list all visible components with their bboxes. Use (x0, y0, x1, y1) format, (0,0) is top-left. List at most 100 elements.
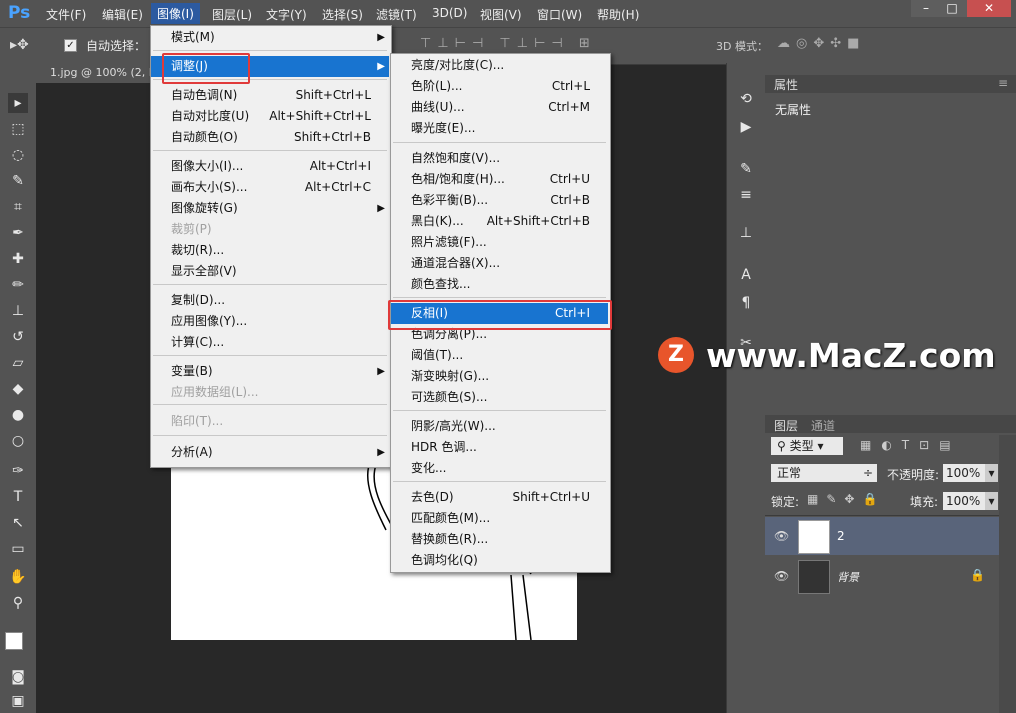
rectangle-tool-icon[interactable]: ▭ (8, 539, 28, 559)
adjustments-icon[interactable]: ≡ (736, 185, 756, 205)
layer-row[interactable]: 👁 2 (765, 517, 999, 555)
menubar-item[interactable]: 窗口(W) (537, 6, 582, 23)
auto-select-checkbox[interactable]: ✓ (64, 39, 77, 52)
history-brush-tool-icon[interactable]: ↺ (8, 327, 28, 347)
menu-item[interactable]: 色调均化(Q) (391, 550, 608, 571)
menubar-item[interactable]: 文件(F) (46, 6, 86, 23)
menu-item[interactable]: 自动颜色(O) Shift+Ctrl+B (151, 127, 389, 148)
opacity-value: 100% (946, 466, 981, 480)
actions-play-icon[interactable]: ▶ (736, 117, 756, 137)
layer-filter-icons[interactable]: ▦◐T⊡▤ (860, 438, 961, 452)
stamp-tool-icon[interactable]: ⊥ (8, 301, 28, 321)
layer-row[interactable]: 👁 背景 🔒 (765, 557, 999, 595)
layer-filter-select[interactable]: ⚲ 类型 ▾ (771, 437, 843, 455)
menu-item[interactable]: 色相/饱和度(H)... Ctrl+U (391, 169, 608, 190)
menu-item[interactable]: 匹配颜色(M)... (391, 508, 608, 529)
menu-item[interactable]: 自然饱和度(V)... (391, 148, 608, 169)
document-tab[interactable]: 1.jpg @ 100% (2, R (36, 63, 160, 83)
menu-item[interactable]: 显示全部(V) (151, 261, 389, 282)
move-tool-icon[interactable]: ▸ (8, 93, 28, 113)
menu-item[interactable]: 可选颜色(S)... (391, 387, 608, 408)
opacity-input[interactable]: 100% ▾ (943, 464, 998, 482)
brush-tool-icon[interactable]: ✏ (8, 275, 28, 295)
menu-item[interactable]: HDR 色调... (391, 437, 608, 458)
menu-item[interactable]: 渐变映射(G)... (391, 366, 608, 387)
panel-menu-icon[interactable]: ≡ (998, 76, 1008, 90)
menu-item[interactable]: 变化... (391, 458, 608, 479)
menu-item[interactable]: 色彩平衡(B)... Ctrl+B (391, 190, 608, 211)
menu-item[interactable]: 图像大小(I)... Alt+Ctrl+I (151, 156, 389, 177)
menu-item[interactable]: 通道混合器(X)... (391, 253, 608, 274)
marquee-tool-icon[interactable]: ⬚ (8, 119, 28, 139)
menu-item[interactable]: 阈值(T)... (391, 345, 608, 366)
menubar-item[interactable]: 编辑(E) (102, 6, 143, 23)
layers-scrollbar[interactable] (999, 435, 1016, 713)
menubar-item[interactable]: 图层(L) (212, 6, 252, 23)
menu-item[interactable]: 色阶(L)... Ctrl+L (391, 76, 608, 97)
eyedropper-tool-icon[interactable]: ✒ (8, 223, 28, 243)
move-tool-icon[interactable]: ▸✥ (10, 37, 29, 53)
menu-item[interactable]: 黑白(K)... Alt+Shift+Ctrl+B (391, 211, 608, 232)
menubar-item[interactable]: 帮助(H) (597, 6, 639, 23)
menubar-item[interactable]: 视图(V) (480, 6, 522, 23)
menu-item[interactable]: 画布大小(S)... Alt+Ctrl+C (151, 177, 389, 198)
close-button[interactable]: ✕ (967, 0, 1011, 17)
foreground-color-swatch[interactable] (5, 632, 23, 650)
menu-item[interactable]: 复制(D)... (151, 290, 389, 311)
menu-item[interactable]: 模式(M) ▶ (151, 27, 389, 48)
menu-item[interactable]: 照片滤镜(F)... (391, 232, 608, 253)
character-icon[interactable]: A (736, 265, 756, 285)
blur-tool-icon[interactable]: ● (8, 405, 28, 425)
menu-item[interactable]: 变量(B) ▶ (151, 361, 389, 382)
dodge-tool-icon[interactable]: ○ (8, 431, 28, 451)
menu-item[interactable]: 自动色调(N) Shift+Ctrl+L (151, 85, 389, 106)
tab-channels[interactable]: 通道 (811, 417, 835, 434)
menubar-item[interactable]: 文字(Y) (266, 6, 307, 23)
healing-brush-tool-icon[interactable]: ✚ (8, 249, 28, 269)
tab-properties[interactable]: 属性 (774, 76, 798, 93)
lock-icons[interactable]: ▦✎✥🔒 (807, 492, 885, 506)
menu-item[interactable]: 应用图像(Y)... (151, 311, 389, 332)
menu-item[interactable]: 图像旋转(G) ▶ (151, 198, 389, 219)
submenu-arrow-icon: ▶ (377, 366, 385, 377)
brush-presets-icon[interactable]: ✎ (736, 159, 756, 179)
eraser-tool-icon[interactable]: ▱ (8, 353, 28, 373)
blend-mode-select[interactable]: 正常 ÷ (771, 464, 877, 482)
menubar-item[interactable]: 3D(D) (432, 6, 467, 20)
hand-tool-icon[interactable]: ✋ (8, 567, 28, 587)
menu-item[interactable]: 阴影/高光(W)... (391, 416, 608, 437)
lasso-tool-icon[interactable]: ◌ (8, 145, 28, 165)
align-icons[interactable]: ⊤⊥⊢⊣ ⊤⊥⊢⊣ ⊞ (420, 36, 596, 51)
visibility-eye-icon[interactable]: 👁 (774, 569, 789, 583)
paint-bucket-tool-icon[interactable]: ◆ (8, 379, 28, 399)
tab-layers[interactable]: 图层 (774, 417, 798, 434)
zoom-tool-icon[interactable]: ⚲ (8, 593, 28, 613)
fill-input[interactable]: 100% ▾ (943, 492, 998, 510)
clone-source-icon[interactable]: ⊥ (736, 223, 756, 243)
menu-item[interactable]: 裁切(R)... (151, 240, 389, 261)
history-icon[interactable]: ⟲ (736, 89, 756, 109)
3d-mode-icons[interactable]: ☁◎✥✣■ (777, 36, 865, 51)
visibility-eye-icon[interactable]: 👁 (774, 529, 789, 543)
menu-item[interactable]: 亮度/对比度(C)... (391, 55, 608, 76)
menu-item[interactable]: 计算(C)... (151, 332, 389, 353)
menubar-item[interactable]: 选择(S) (322, 6, 363, 23)
menubar-item[interactable]: 滤镜(T) (376, 6, 417, 23)
type-tool-icon[interactable]: T (8, 487, 28, 507)
paragraph-icon[interactable]: ¶ (736, 293, 756, 313)
menu-item[interactable]: 去色(D) Shift+Ctrl+U (391, 487, 608, 508)
menu-item[interactable]: 颜色查找... (391, 274, 608, 295)
quick-select-tool-icon[interactable]: ✎ (8, 171, 28, 191)
pen-tool-icon[interactable]: ✑ (8, 461, 28, 481)
maximize-button[interactable]: □ (937, 0, 967, 17)
menu-item[interactable]: 替换颜色(R)... (391, 529, 608, 550)
menu-item[interactable]: 曲线(U)... Ctrl+M (391, 97, 608, 118)
path-select-tool-icon[interactable]: ↖ (8, 513, 28, 533)
quick-mask-icon[interactable]: ◙ (8, 667, 28, 687)
crop-tool-icon[interactable]: ⌗ (8, 197, 28, 217)
screen-mode-icon[interactable]: ▣ (8, 691, 28, 711)
menu-item[interactable]: 分析(A) ▶ (151, 442, 389, 463)
menu-item[interactable]: 曝光度(E)... (391, 118, 608, 139)
menu-item[interactable]: 自动对比度(U) Alt+Shift+Ctrl+L (151, 106, 389, 127)
menubar-item[interactable]: 图像(I) (151, 3, 200, 24)
